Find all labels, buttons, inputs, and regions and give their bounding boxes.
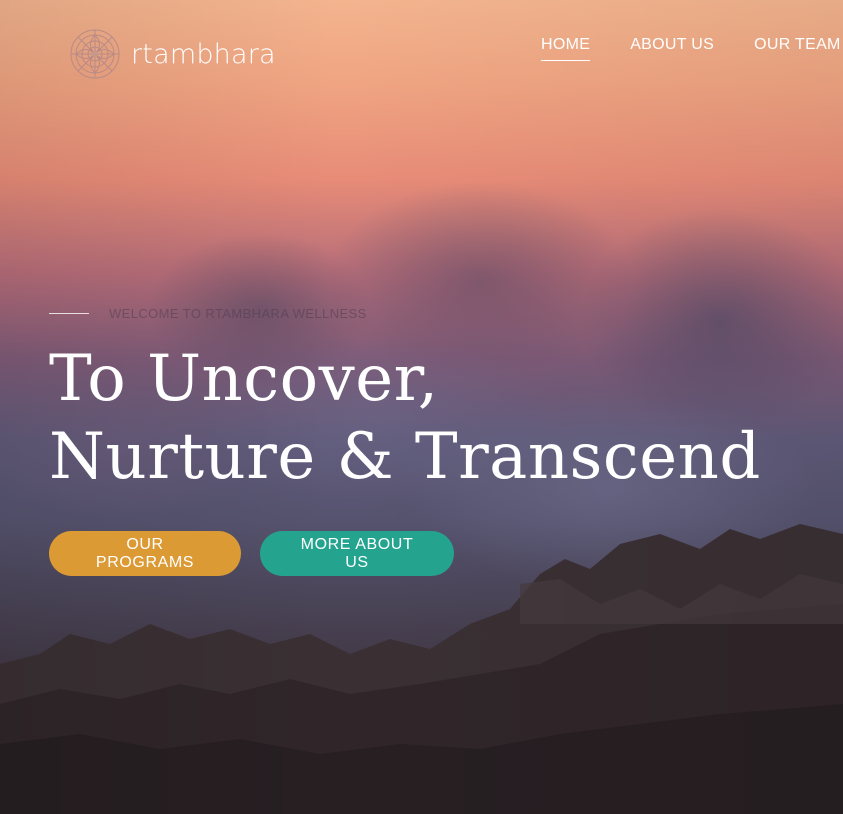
eyebrow-divider [49, 313, 89, 314]
nav-item-about-us[interactable]: ABOUT US [630, 36, 714, 61]
nav-item-home[interactable]: HOME [541, 36, 591, 61]
headline-line-2: Nurture & Transcend [49, 420, 761, 494]
brand-name: rtambhara [131, 38, 276, 70]
more-about-us-button[interactable]: MORE ABOUT US [260, 531, 454, 576]
our-programs-button[interactable]: OUR PROGRAMS [49, 531, 241, 576]
hero-buttons: OUR PROGRAMS MORE ABOUT US [49, 531, 454, 576]
mandala-icon [70, 29, 120, 79]
site-header: rtambhara HOME ABOUT US OUR TEAM [0, 0, 843, 110]
eyebrow-text: WELCOME TO RTAMBHARA WELLNESS [109, 306, 367, 321]
main-nav: HOME ABOUT US OUR TEAM [541, 36, 843, 61]
hero-eyebrow: WELCOME TO RTAMBHARA WELLNESS [49, 306, 367, 321]
hero-headline: To Uncover, Nurture & Transcend [49, 340, 761, 496]
headline-line-1: To Uncover, [49, 342, 439, 416]
logo[interactable]: rtambhara [69, 28, 276, 80]
nav-item-our-team[interactable]: OUR TEAM [754, 36, 841, 61]
